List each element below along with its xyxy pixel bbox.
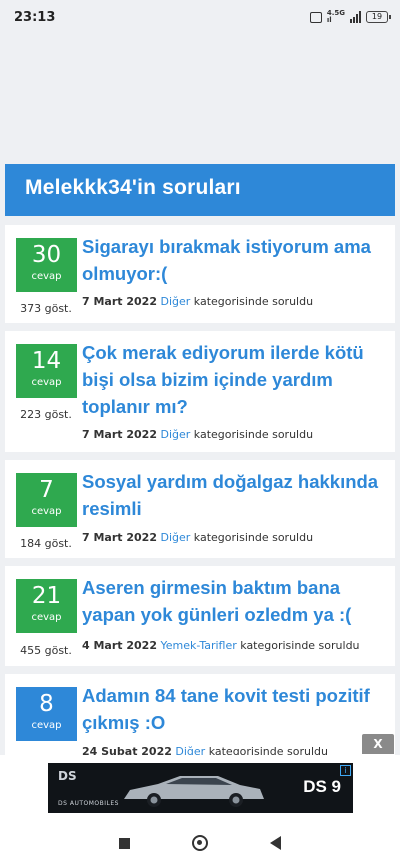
- question-date: 7 Mart 2022: [82, 428, 157, 441]
- question-title-link[interactable]: Sigarayı bırakmak istiyorum ama olmuyor:…: [82, 233, 382, 287]
- question-title-link[interactable]: Aseren girmesin baktım bana yapan yok gü…: [82, 574, 382, 628]
- answer-count: 7: [39, 477, 54, 503]
- answer-count-label: cevap: [31, 506, 62, 517]
- page-header: Melekkk34'in soruları: [5, 164, 395, 216]
- category-suffix: kategorisinde soruldu: [193, 428, 314, 441]
- view-count: 184 göst.: [20, 537, 72, 550]
- car-image: [124, 776, 264, 807]
- screen-record-icon: [309, 11, 322, 23]
- answer-count-label: cevap: [31, 271, 62, 282]
- answer-count: 30: [31, 242, 62, 268]
- view-count: 455 göst.: [20, 644, 72, 657]
- category-link[interactable]: Diğer: [160, 531, 190, 544]
- question-card[interactable]: 7 cevap 184 göst. Sosyal yardım doğalgaz…: [5, 460, 395, 558]
- ad-model-name: DS 9: [303, 777, 341, 796]
- network-type-icon: 4.5G ıl: [326, 9, 345, 24]
- answer-count: 21: [31, 583, 62, 609]
- ad-brand-name: DS AUTOMOBILES: [58, 800, 119, 807]
- battery-icon: 19: [366, 11, 391, 23]
- question-meta: 7 Mart 2022 Diğer kategorisinde soruldu: [82, 428, 313, 441]
- answer-count-label: cevap: [31, 612, 62, 623]
- status-bar: 23:13 4.5G ıl 19: [0, 0, 400, 34]
- answer-count-badge: 30 cevap: [16, 238, 77, 292]
- category-link[interactable]: Yemek-Tarifler: [160, 639, 236, 652]
- category-link[interactable]: Diğer: [160, 295, 190, 308]
- answer-count-badge: 7 cevap: [16, 473, 77, 527]
- back-icon[interactable]: [270, 836, 281, 850]
- question-card[interactable]: 30 cevap 373 göst. Sigarayı bırakmak ist…: [5, 225, 395, 323]
- question-date: 7 Mart 2022: [82, 295, 157, 308]
- category-link[interactable]: Diğer: [160, 428, 190, 441]
- category-suffix: kategorisinde soruldu: [193, 295, 314, 308]
- question-card[interactable]: 14 cevap 223 göst. Çok merak ediyorum il…: [5, 331, 395, 452]
- ad-brand-logo: DS: [58, 769, 77, 783]
- question-title-link[interactable]: Adamın 84 tane kovit testi pozitif çıkmı…: [82, 682, 382, 736]
- question-meta: 7 Mart 2022 Diğer kategorisinde soruldu: [82, 531, 313, 544]
- view-count: 223 göst.: [20, 408, 72, 421]
- question-card[interactable]: 21 cevap 455 göst. Aseren girmesin baktı…: [5, 566, 395, 666]
- ad-close-button[interactable]: X: [362, 734, 394, 754]
- home-icon[interactable]: [192, 835, 208, 851]
- recent-apps-icon[interactable]: [119, 837, 130, 849]
- question-title-link[interactable]: Çok merak ediyorum ilerde kötü bişi olsa…: [82, 339, 382, 420]
- answer-count: 8: [39, 691, 54, 717]
- status-icons: 4.5G ıl 19: [309, 9, 391, 24]
- answer-count: 14: [31, 348, 62, 374]
- question-meta: 4 Mart 2022 Yemek-Tarifler kategorisinde…: [82, 639, 360, 652]
- system-nav-bar: [0, 820, 400, 866]
- answer-count-badge: 8 cevap: [16, 687, 77, 741]
- answer-count-badge: 21 cevap: [16, 579, 77, 633]
- ad-info-icon[interactable]: i: [340, 765, 351, 776]
- status-time: 23:13: [14, 9, 56, 25]
- answer-count-label: cevap: [31, 377, 62, 388]
- page-title: Melekkk34'in soruları: [25, 176, 241, 199]
- question-title-link[interactable]: Sosyal yardım doğalgaz hakkında resimli: [82, 468, 382, 522]
- view-count: 373 göst.: [20, 302, 72, 315]
- category-suffix: kategorisinde soruldu: [193, 531, 314, 544]
- answer-count-label: cevap: [31, 720, 62, 731]
- question-date: 4 Mart 2022: [82, 639, 157, 652]
- answer-count-badge: 14 cevap: [16, 344, 77, 398]
- question-meta: 7 Mart 2022 Diğer kategorisinde soruldu: [82, 295, 313, 308]
- signal-icon: [350, 11, 361, 23]
- category-suffix: kategorisinde soruldu: [240, 639, 360, 652]
- ad-banner[interactable]: DS DS AUTOMOBILES DS 9 i: [48, 763, 353, 813]
- question-date: 7 Mart 2022: [82, 531, 157, 544]
